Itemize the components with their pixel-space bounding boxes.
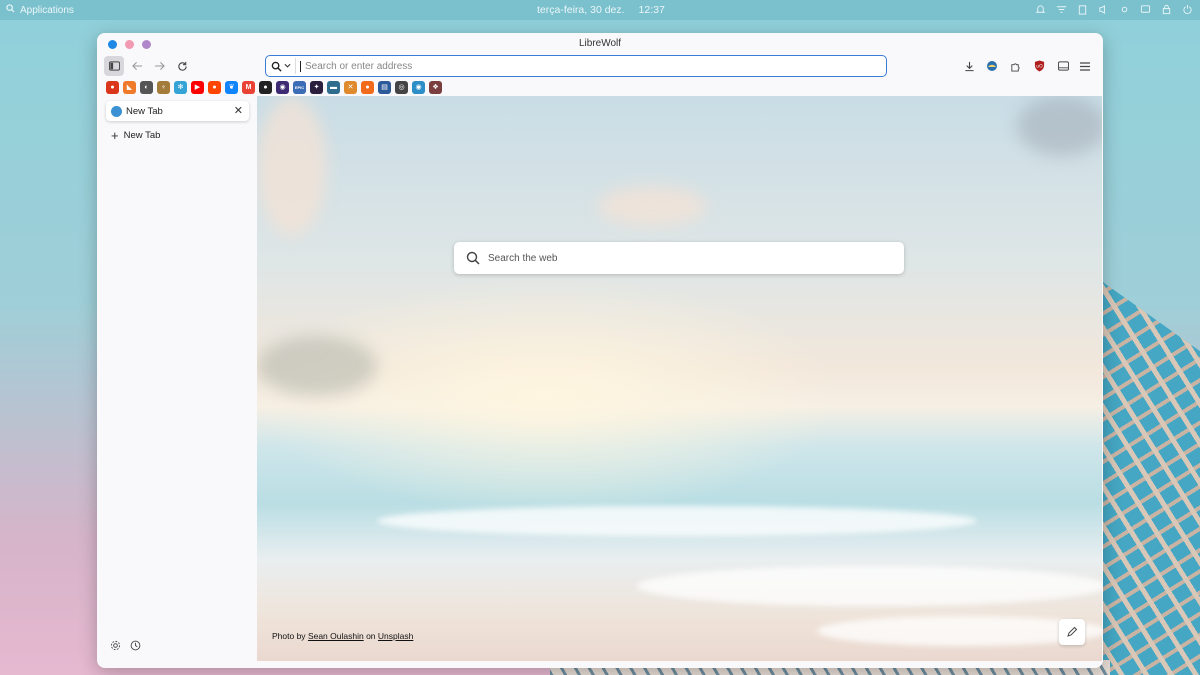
new-tab-page: Search the web Photo by Sean Oulashin on… — [257, 96, 1102, 661]
address-bar[interactable] — [265, 55, 887, 77]
bookmark-librewolf-icon[interactable]: ● — [106, 80, 119, 94]
arrow-left-icon — [131, 61, 142, 71]
bookmark-bookmark-14-icon[interactable]: ▬ — [327, 80, 340, 94]
date-label: terça-feira, 30 dez. — [537, 4, 625, 16]
downloads-button[interactable] — [959, 56, 979, 76]
plus-icon: + — [111, 128, 119, 143]
chat-icon[interactable] — [1139, 3, 1152, 16]
search-icon — [466, 251, 480, 265]
bookmark-bookmark-16-icon[interactable]: ● — [361, 80, 374, 94]
bookmark-globe-icon[interactable]: ◎ — [395, 80, 408, 94]
sidebar-panel-button[interactable] — [1053, 56, 1073, 76]
sidebar-toggle-button[interactable] — [104, 56, 124, 76]
content-area: New Tab ✕ + New Tab Search the web Photo… — [97, 96, 1103, 668]
pencil-icon — [1067, 626, 1078, 637]
distant-trees — [257, 336, 377, 396]
bookmark-bookmark-13-icon[interactable]: ✦ — [310, 80, 323, 94]
lock-icon[interactable] — [1160, 3, 1173, 16]
ublock-button[interactable]: uO — [1029, 56, 1049, 76]
bookmark-epic-games-icon[interactable]: EPIC — [293, 80, 306, 94]
bookmark-bookmark-17-icon[interactable]: ▤ — [378, 80, 391, 94]
librewolf-account-icon — [987, 61, 997, 71]
panel-icon — [1057, 61, 1069, 71]
cloud — [597, 186, 707, 226]
bookmarks-toolbar: ● ◣ ◐ ♆ ✻ ▶ ● ❦ M ● ◉ EPIC ✦ ▬ ✕ ● ▤ ◎ ◉ ❖ — [97, 78, 1103, 96]
app-menu-button[interactable] — [1075, 56, 1095, 76]
power-icon[interactable] — [1181, 3, 1194, 16]
web-search-box[interactable]: Search the web — [454, 242, 904, 274]
brightness-icon[interactable] — [1118, 3, 1131, 16]
photo-credit: Photo by Sean Oulashin on Unsplash — [272, 631, 413, 641]
address-input[interactable] — [301, 57, 886, 75]
bookmark-bookmark-20-icon[interactable]: ❖ — [429, 80, 442, 94]
extensions-button[interactable] — [1005, 56, 1025, 76]
account-button[interactable] — [982, 56, 1002, 76]
gear-icon[interactable] — [110, 638, 121, 656]
browser-window: LibreWolf Search or enter address uO ● ◣… — [97, 33, 1103, 668]
tab-new-tab[interactable]: New Tab ✕ — [106, 101, 249, 121]
credit-on: on — [366, 631, 376, 641]
close-tab-icon[interactable]: ✕ — [234, 104, 243, 117]
network-icon[interactable] — [1055, 3, 1068, 16]
clipboard-icon[interactable] — [1076, 3, 1089, 16]
bookmark-youtube-icon[interactable]: ▶ — [191, 80, 204, 94]
bookmark-reddit-icon[interactable]: ● — [208, 80, 221, 94]
search-engine-selector[interactable] — [266, 58, 296, 74]
ublock-shield-icon: uO — [1034, 60, 1044, 72]
web-search-placeholder: Search the web — [488, 252, 558, 264]
forward-button[interactable] — [149, 56, 169, 76]
applications-label: Applications — [20, 4, 74, 16]
wave-foam — [377, 506, 977, 536]
navigation-toolbar: uO — [97, 54, 1103, 78]
credit-prefix: Photo by — [272, 631, 306, 641]
cloud — [1017, 96, 1102, 156]
bookmark-bookmark-15-icon[interactable]: ✕ — [344, 80, 357, 94]
bookmark-bookmark-5-icon[interactable]: ✻ — [174, 80, 187, 94]
title-bar[interactable]: LibreWolf — [97, 33, 1103, 54]
clock[interactable]: terça-feira, 30 dez. 12:37 — [537, 4, 665, 16]
chevron-down-icon — [284, 63, 291, 68]
time-label: 12:37 — [638, 4, 665, 16]
download-icon — [964, 61, 974, 71]
credit-site-link[interactable]: Unsplash — [378, 631, 413, 641]
new-tab-button[interactable]: + New Tab — [111, 128, 160, 143]
bell-icon[interactable] — [1034, 3, 1047, 16]
reload-icon — [177, 61, 187, 71]
tab-label: New Tab — [126, 105, 163, 117]
back-button[interactable] — [127, 56, 147, 76]
hamburger-menu-icon — [1080, 61, 1090, 71]
window-title: LibreWolf — [578, 38, 622, 49]
bookmark-bookmark-2-icon[interactable]: ◣ — [123, 80, 136, 94]
bookmark-gmail-icon[interactable]: M — [242, 80, 255, 94]
bookmark-bluesky-icon[interactable]: ❦ — [225, 80, 238, 94]
wave-foam — [637, 566, 1102, 606]
applications-launcher[interactable]: Applications — [6, 4, 74, 16]
new-tab-label: New Tab — [123, 130, 161, 141]
search-icon — [6, 4, 15, 16]
desktop-top-bar: Applications terça-feira, 30 dez. 12:37 — [0, 0, 1200, 20]
reload-button[interactable] — [172, 56, 192, 76]
cloud — [257, 96, 327, 236]
system-tray — [1034, 3, 1194, 16]
vertical-tabs-sidebar: New Tab ✕ + New Tab — [97, 96, 257, 661]
customize-button[interactable] — [1059, 619, 1085, 645]
history-clock-icon[interactable] — [130, 638, 141, 656]
puzzle-icon — [1010, 62, 1020, 72]
globe-favicon-icon — [111, 105, 122, 117]
bookmark-bookmark-11-icon[interactable]: ◉ — [276, 80, 289, 94]
svg-text:uO: uO — [1036, 63, 1043, 69]
credit-author-link[interactable]: Sean Oulashin — [308, 631, 364, 641]
sidebar-footer — [110, 638, 141, 656]
bookmark-bookmark-4-icon[interactable]: ♆ — [157, 80, 170, 94]
volume-icon[interactable] — [1097, 3, 1110, 16]
bookmark-bookmark-3-icon[interactable]: ◐ — [140, 80, 153, 94]
wallpaper-building — [1100, 280, 1200, 675]
search-icon — [271, 61, 282, 72]
sidebar-icon — [108, 61, 120, 71]
arrow-right-icon — [154, 61, 165, 71]
bookmark-bookmark-19-icon[interactable]: ◉ — [412, 80, 425, 94]
bookmark-github-icon[interactable]: ● — [259, 80, 272, 94]
